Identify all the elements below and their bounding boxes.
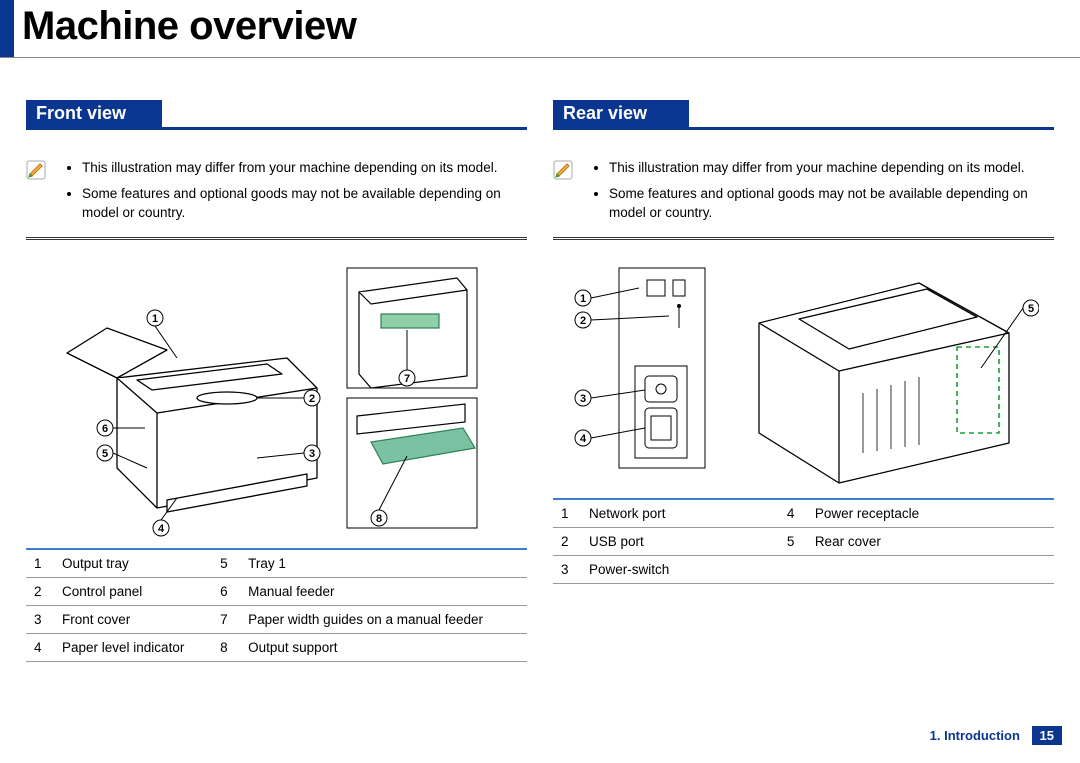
svg-text:3: 3 xyxy=(308,448,314,460)
title-underline xyxy=(0,57,1080,58)
front-note-1: This illustration may differ from your m… xyxy=(82,158,527,178)
table-row: 1Network port4Power receptacle xyxy=(553,499,1054,528)
svg-text:3: 3 xyxy=(579,393,585,405)
page-footer: 1. Introduction 15 xyxy=(930,726,1062,745)
table-row: 4Paper level indicator8Output support xyxy=(26,633,527,661)
rear-note-1: This illustration may differ from your m… xyxy=(609,158,1054,178)
page-number: 15 xyxy=(1032,726,1062,745)
svg-text:2: 2 xyxy=(308,393,314,405)
rear-note-2: Some features and optional goods may not… xyxy=(609,184,1054,223)
table-row: 2USB port5Rear cover xyxy=(553,527,1054,555)
svg-text:5: 5 xyxy=(1027,303,1033,315)
chapter-label: 1. Introduction xyxy=(930,728,1020,743)
front-view-column: Front view This illustration may differ … xyxy=(26,100,527,662)
page-title-bar: Machine overview xyxy=(0,0,1080,58)
rear-view-parts-table: 1Network port4Power receptacle 2USB port… xyxy=(553,498,1054,584)
front-view-parts-table: 1Output tray5Tray 1 2Control panel6Manua… xyxy=(26,548,527,662)
svg-text:2: 2 xyxy=(579,315,585,327)
svg-text:1: 1 xyxy=(579,293,585,305)
front-view-heading-text: Front view xyxy=(36,103,126,124)
front-view-notes: This illustration may differ from your m… xyxy=(26,158,527,229)
table-row: 3Front cover7Paper width guides on a man… xyxy=(26,605,527,633)
front-note-2: Some features and optional goods may not… xyxy=(82,184,527,223)
rear-view-column: Rear view This illustration may differ f… xyxy=(553,100,1054,662)
rear-view-notes: This illustration may differ from your m… xyxy=(553,158,1054,229)
table-row: 2Control panel6Manual feeder xyxy=(26,577,527,605)
svg-text:1: 1 xyxy=(151,313,157,325)
rear-view-illustration: 1 2 3 4 xyxy=(553,240,1054,498)
table-row: 3Power-switch xyxy=(553,555,1054,583)
svg-text:8: 8 xyxy=(375,513,381,525)
rear-view-heading-text: Rear view xyxy=(563,103,647,124)
svg-text:7: 7 xyxy=(403,373,409,385)
svg-text:4: 4 xyxy=(157,523,164,535)
svg-text:4: 4 xyxy=(579,433,586,445)
front-view-illustration: 1 2 3 4 5 6 xyxy=(26,240,527,548)
note-icon xyxy=(553,160,573,180)
rear-view-heading: Rear view xyxy=(553,100,1054,130)
note-icon xyxy=(26,160,46,180)
page-title: Machine overview xyxy=(22,4,356,48)
svg-text:5: 5 xyxy=(101,448,107,460)
table-row: 1Output tray5Tray 1 xyxy=(26,549,527,578)
svg-text:6: 6 xyxy=(101,423,107,435)
front-view-heading: Front view xyxy=(26,100,527,130)
